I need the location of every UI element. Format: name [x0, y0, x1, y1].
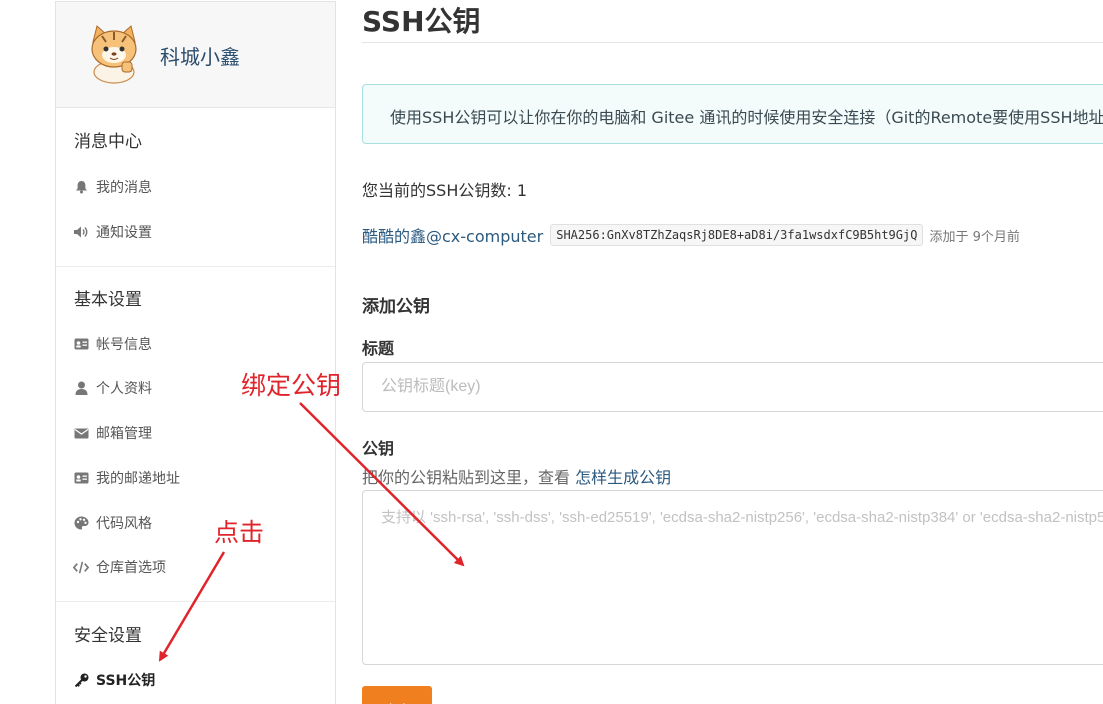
group-title-security-settings: 安全设置 [74, 626, 142, 646]
bell-icon [73, 179, 89, 195]
sidebar-divider [56, 266, 335, 267]
avatar[interactable] [84, 22, 144, 84]
public-key-textarea[interactable] [362, 490, 1103, 665]
key-icon [73, 672, 89, 688]
profile-header: 科城小鑫 [56, 2, 335, 108]
sidebar-item-mailing-address[interactable]: 我的邮递地址 [73, 468, 180, 488]
sidebar-item-notification-settings[interactable]: 通知设置 [73, 222, 152, 242]
id-card-icon [73, 336, 89, 352]
sidebar-item-profile[interactable]: 个人资料 [73, 378, 152, 398]
submit-button[interactable]: 确定 [362, 686, 432, 704]
sidebar-item-repo-preferences[interactable]: 仓库首选项 [73, 557, 166, 577]
palette-icon [73, 515, 89, 531]
sidebar-item-label: SSH公钥 [96, 673, 156, 689]
sidebar-item-label: 通知设置 [96, 225, 152, 241]
volume-icon [73, 224, 89, 240]
sidebar-item-label: 个人资料 [96, 381, 152, 397]
key-title-input[interactable] [362, 362, 1103, 412]
sidebar-divider [56, 601, 335, 602]
ssh-key-fingerprint: SHA256:GnXv8TZhZaqsRj8DE8+aD8i/3fa1wsdxf… [550, 224, 924, 246]
sidebar-item-my-messages[interactable]: 我的消息 [73, 177, 152, 197]
code-icon [73, 559, 89, 575]
title-field-label: 标题 [362, 339, 395, 358]
key-field-label: 公钥 [362, 439, 395, 458]
page-title: SSH公钥 [362, 5, 481, 38]
sidebar-item-label: 我的消息 [96, 180, 152, 196]
group-title-basic-settings: 基本设置 [74, 290, 142, 310]
address-card-icon [73, 470, 89, 486]
sidebar-item-label: 邮箱管理 [96, 426, 152, 442]
sidebar-item-code-style[interactable]: 代码风格 [73, 513, 152, 533]
title-divider [362, 42, 1103, 43]
sidebar-item-account-info[interactable]: 帐号信息 [73, 334, 152, 354]
annotation-bind-key: 绑定公钥 [241, 371, 342, 400]
info-message: 使用SSH公钥可以让你在你的电脑和 Gitee 通讯的时候使用安全连接（Git的… [362, 84, 1103, 144]
sidebar-item-ssh-keys[interactable]: SSH公钥 [73, 670, 155, 690]
add-key-section-title: 添加公钥 [362, 297, 430, 317]
key-hint-text: 把你的公钥粘贴到这里，查看 [362, 468, 571, 487]
sidebar-item-label: 仓库首选项 [96, 560, 166, 576]
group-title-messages: 消息中心 [74, 132, 142, 152]
how-to-generate-key-link[interactable]: 怎样生成公钥 [575, 468, 671, 487]
sidebar-item-label: 代码风格 [96, 516, 152, 532]
ssh-key-name[interactable]: 酷酷的鑫@cx-computer [362, 223, 543, 247]
user-icon [73, 380, 89, 396]
ssh-key-row: 酷酷的鑫@cx-computer SHA256:GnXv8TZhZaqsRj8D… [362, 223, 1020, 247]
info-message-text: 使用SSH公钥可以让你在你的电脑和 Gitee 通讯的时候使用安全连接（Git的… [390, 108, 1103, 127]
ssh-key-added-time: 添加于 9个月前 [929, 229, 1020, 245]
envelope-icon [73, 425, 89, 441]
key-hint: 把你的公钥粘贴到这里，查看 怎样生成公钥 [362, 464, 671, 488]
key-count-text: 您当前的SSH公钥数: 1 [362, 181, 528, 200]
sidebar-item-label: 我的邮递地址 [96, 471, 180, 487]
username[interactable]: 科城小鑫 [160, 41, 240, 70]
sidebar-item-email-management[interactable]: 邮箱管理 [73, 423, 152, 443]
sidebar-item-label: 帐号信息 [96, 337, 152, 353]
settings-sidebar: 科城小鑫 消息中心 我的消息 通知设置 基本设置 帐号信息 个人资料 邮箱管理 [55, 1, 336, 704]
annotation-click: 点击 [214, 518, 265, 547]
